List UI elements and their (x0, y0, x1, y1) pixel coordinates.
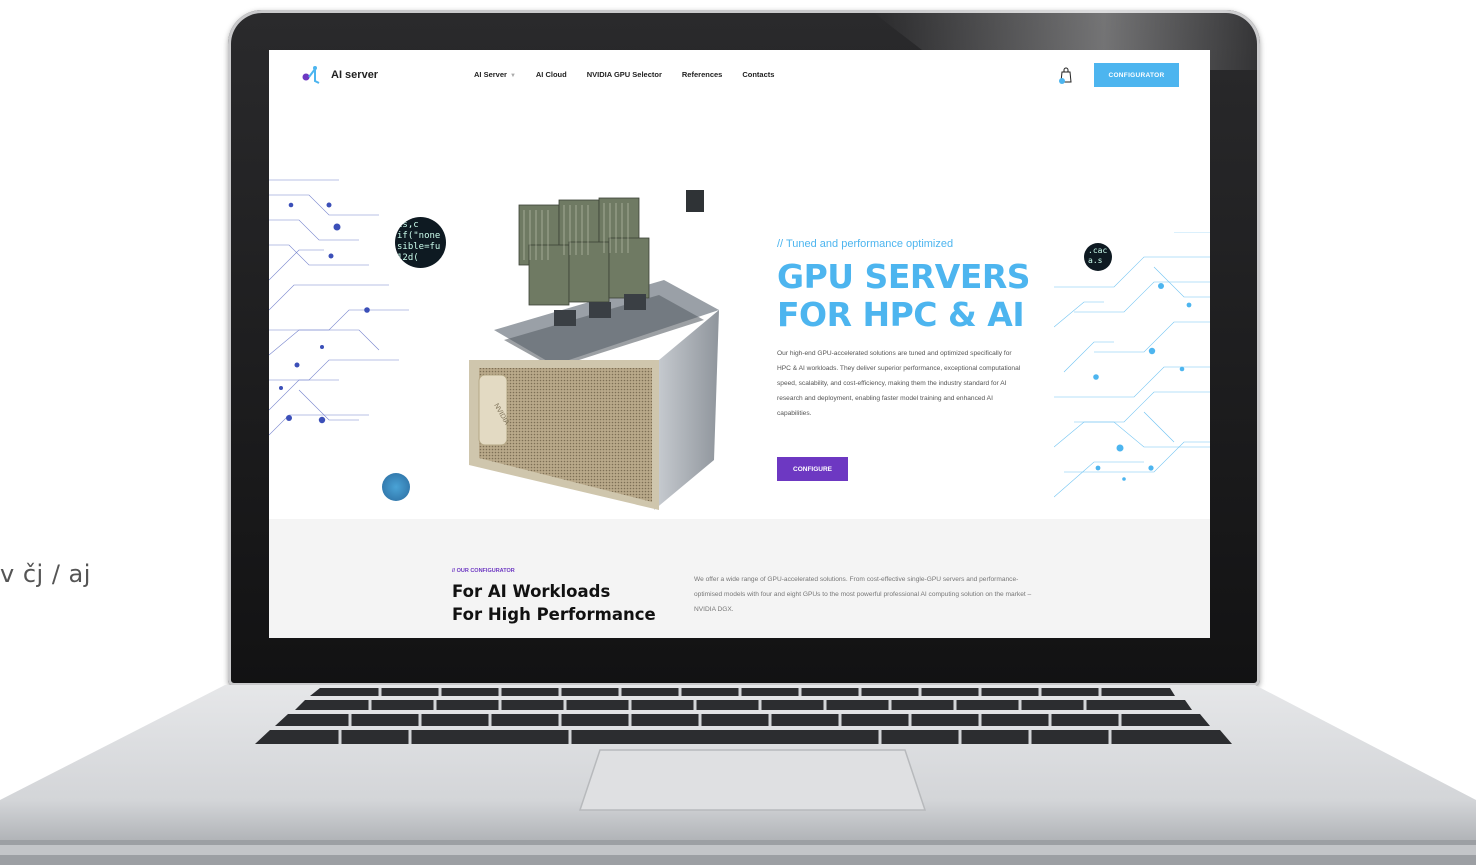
code-line: if("none (397, 231, 441, 241)
menu-ai-cloud[interactable]: AI Cloud (536, 70, 567, 79)
menu-contacts[interactable]: Contacts (742, 70, 774, 79)
menu-ai-server[interactable]: AI Server ▼ (474, 70, 516, 79)
code-line: is,c (397, 220, 419, 230)
code-line: sible=fu (397, 242, 441, 252)
top-navigation: AI server AI Server ▼ AI Cloud NVIDIA GPU… (269, 50, 1210, 101)
configurator-section: // OUR CONFIGURATOR For AI Workloads For… (269, 519, 1210, 638)
chevron-down-icon: ▼ (509, 73, 516, 79)
hero-section: is,c if("none sible=fu 12d(NVIDIA // Tu… (269, 100, 1210, 518)
menu-references[interactable]: References (682, 70, 722, 79)
blue-bubble (382, 473, 410, 501)
site-logo[interactable]: AI server (301, 64, 378, 86)
title-line: For High Performance (452, 605, 656, 624)
gpu-server-image: NVIDIA (469, 190, 719, 510)
hero-headline: GPU SERVERS FOR HPC & AI (777, 258, 1077, 334)
headline-line: FOR HPC & AI (777, 295, 1025, 334)
code-line: .cac (1088, 246, 1108, 255)
code-bubble-right: .cac a.s (1084, 243, 1112, 271)
menu-gpu-selector[interactable]: NVIDIA GPU Selector (587, 70, 662, 79)
logo-icon (302, 66, 320, 84)
configurator-title: For AI Workloads For High Performance (452, 580, 656, 626)
title-line: For AI Workloads (452, 582, 611, 601)
logo-text: AI server (331, 69, 379, 81)
configure-button[interactable]: CONFIGURE (777, 457, 848, 481)
website-screen: AI server AI Server ▼ AI Cloud NVIDIA GPU… (269, 50, 1210, 638)
hero-description: Our high-end GPU-accelerated solutions a… (777, 350, 1021, 417)
main-menu: AI Server ▼ AI Cloud NVIDIA GPU Selector … (474, 70, 774, 79)
laptop-base (0, 685, 1476, 865)
configurator-kicker: // OUR CONFIGURATOR (452, 568, 515, 574)
configurator-description: We offer a wide range of GPU-accelerated… (694, 576, 1032, 613)
code-line: 12d( (397, 253, 419, 263)
configurator-button[interactable]: CONFIGURATOR (1094, 63, 1179, 87)
shopping-bag-icon[interactable] (1059, 66, 1073, 84)
circuit-decoration-right (1054, 232, 1210, 498)
code-line: a.s (1088, 256, 1103, 265)
hero-tagline: // Tuned and performance optimized (777, 238, 954, 250)
side-caption: v čj / aj (0, 560, 91, 588)
code-bubble-left: is,c if("none sible=fu 12d( (395, 217, 446, 268)
circuit-decoration-left (269, 179, 409, 436)
headline-line: GPU SERVERS (777, 257, 1031, 296)
